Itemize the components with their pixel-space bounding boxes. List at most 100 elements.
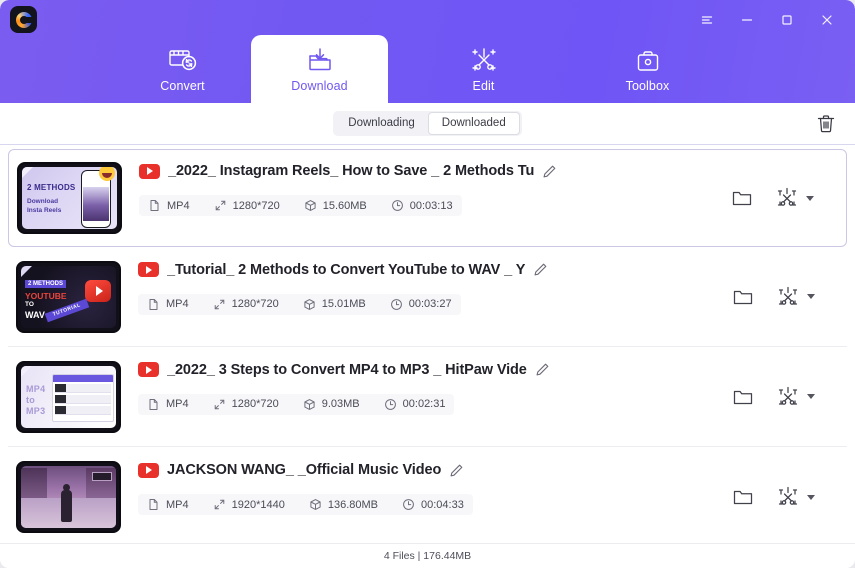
clear-all-button[interactable] — [815, 113, 837, 135]
pencil-icon[interactable] — [542, 164, 557, 179]
tab-downloading[interactable]: Downloading — [335, 113, 428, 134]
close-button[interactable] — [807, 8, 847, 32]
download-sub-toolbar: Downloading Downloaded — [0, 103, 855, 145]
meta-resolution-value: 1280*720 — [231, 298, 279, 310]
folder-icon[interactable] — [732, 486, 754, 508]
file-info: _2022_ Instagram Reels_ How to Save _ 2 … — [122, 163, 731, 217]
meta-duration: 00:03:27 — [390, 298, 452, 311]
meta-size-value: 15.60MB — [322, 199, 367, 212]
file-icon — [147, 498, 160, 511]
table-row[interactable]: JACKSON WANG_ _Official Music Video MP4 — [8, 447, 847, 543]
meta-duration: 00:04:33 — [402, 498, 464, 511]
meta-format: MP4 — [147, 298, 189, 311]
meta-format: MP4 — [147, 498, 189, 511]
file-title: _2022_ Instagram Reels_ How to Save _ 2 … — [168, 163, 535, 179]
box-icon — [303, 398, 316, 411]
chevron-down-icon[interactable] — [807, 294, 815, 299]
chevron-down-icon[interactable] — [807, 494, 815, 500]
table-row[interactable]: 2 METHODS YOUTUBE TO WAV TUTORIAL _Tutor… — [8, 247, 847, 347]
pencil-icon[interactable] — [449, 463, 464, 478]
file-info: JACKSON WANG_ _Official Music Video MP4 — [121, 462, 732, 516]
row-actions — [732, 286, 839, 308]
status-bar: 4 Files | 176.44MB — [0, 543, 855, 568]
scissors-crop-icon[interactable] — [777, 386, 799, 408]
scissors-crop-icon[interactable] — [777, 286, 799, 308]
meta-duration-value: 00:03:27 — [408, 298, 452, 310]
file-info: _2022_ 3 Steps to Convert MP4 to MP3 _ H… — [121, 362, 732, 416]
meta-size-value: 136.80MB — [327, 498, 379, 511]
tab-downloaded[interactable]: Downloaded — [427, 112, 520, 135]
tab-download[interactable]: Download — [251, 35, 388, 103]
table-row[interactable]: 2 METHODS Download Insta Reels _2022_ Ins… — [8, 149, 847, 247]
app-logo — [10, 6, 37, 33]
pencil-icon[interactable] — [533, 262, 548, 277]
maximize-icon — [780, 13, 794, 27]
edit-action-split-button[interactable] — [777, 486, 815, 508]
file-icon — [148, 199, 161, 212]
clock-icon — [390, 298, 403, 311]
file-icon — [147, 298, 160, 311]
box-icon — [304, 199, 317, 212]
application-window: Convert Download Edit Toolbox Downloadin… — [0, 0, 855, 568]
meta-resolution-value: 1920*1440 — [231, 498, 285, 511]
meta-size: 15.60MB — [304, 199, 367, 212]
maximize-button[interactable] — [767, 8, 807, 32]
resize-icon — [213, 498, 226, 511]
file-title: _2022_ 3 Steps to Convert MP4 to MP3 _ H… — [167, 361, 527, 378]
clock-icon — [391, 199, 404, 212]
meta-resolution: 1280*720 — [213, 298, 279, 311]
meta-format-value: MP4 — [167, 199, 190, 212]
close-icon — [820, 13, 834, 27]
meta-resolution-value: 1280*720 — [232, 199, 280, 212]
chevron-down-icon[interactable] — [806, 195, 814, 201]
box-icon — [309, 498, 322, 511]
file-meta: MP4 1280*720 9.03MB 00:02:31 — [138, 393, 455, 415]
resize-icon — [213, 298, 226, 311]
title-bar: Convert Download Edit Toolbox — [0, 0, 855, 103]
scissors-crop-icon[interactable] — [777, 486, 799, 508]
minimize-button[interactable] — [727, 8, 767, 32]
tab-download-label: Download — [291, 79, 348, 93]
file-info: _Tutorial_ 2 Methods to Convert YouTube … — [121, 262, 732, 316]
tab-convert[interactable]: Convert — [114, 35, 251, 103]
edit-action-split-button[interactable] — [776, 187, 814, 209]
window-controls — [687, 8, 847, 32]
row-actions — [731, 187, 838, 209]
pencil-icon[interactable] — [535, 362, 550, 377]
folder-icon[interactable] — [732, 286, 754, 308]
scissors-crop-icon[interactable] — [776, 187, 798, 209]
meta-resolution-value: 1280*720 — [231, 398, 279, 410]
row-actions — [732, 386, 839, 408]
video-thumbnail: MP4 to MP3 — [16, 360, 121, 433]
edit-action-split-button[interactable] — [777, 386, 815, 408]
minimize-icon — [740, 13, 754, 27]
meta-resolution: 1280*720 — [214, 199, 280, 212]
scissors-crop-icon — [470, 45, 498, 75]
edit-action-split-button[interactable] — [777, 286, 815, 308]
clock-icon — [402, 498, 415, 511]
youtube-icon — [138, 362, 159, 377]
table-row[interactable]: MP4 to MP3 _2022_ 3 Steps to Convert MP4 t… — [8, 347, 847, 447]
meta-format-value: MP4 — [166, 298, 189, 310]
chevron-down-icon[interactable] — [807, 394, 815, 399]
download-status-segmented-control: Downloading Downloaded — [333, 111, 522, 136]
menu-button[interactable] — [687, 8, 727, 32]
tab-edit[interactable]: Edit — [415, 35, 552, 103]
meta-format-value: MP4 — [166, 398, 189, 410]
tab-toolbox-label: Toolbox — [625, 79, 670, 93]
meta-duration-value: 00:04:33 — [421, 498, 464, 511]
tab-toolbox[interactable]: Toolbox — [579, 35, 716, 103]
folder-icon[interactable] — [731, 187, 753, 209]
folder-icon[interactable] — [732, 386, 754, 408]
video-thumbnail: 2 METHODS Download Insta Reels — [17, 162, 122, 234]
toolbox-icon — [635, 45, 661, 75]
hamburger-menu-icon — [700, 13, 714, 27]
box-icon — [303, 298, 316, 311]
video-thumbnail — [16, 461, 121, 533]
trash-icon — [815, 114, 837, 139]
youtube-icon — [138, 462, 159, 478]
meta-duration-value: 00:02:31 — [402, 398, 446, 410]
film-convert-icon — [168, 45, 198, 75]
meta-size-value: 15.01MB — [321, 298, 366, 310]
meta-size: 15.01MB — [303, 298, 366, 311]
